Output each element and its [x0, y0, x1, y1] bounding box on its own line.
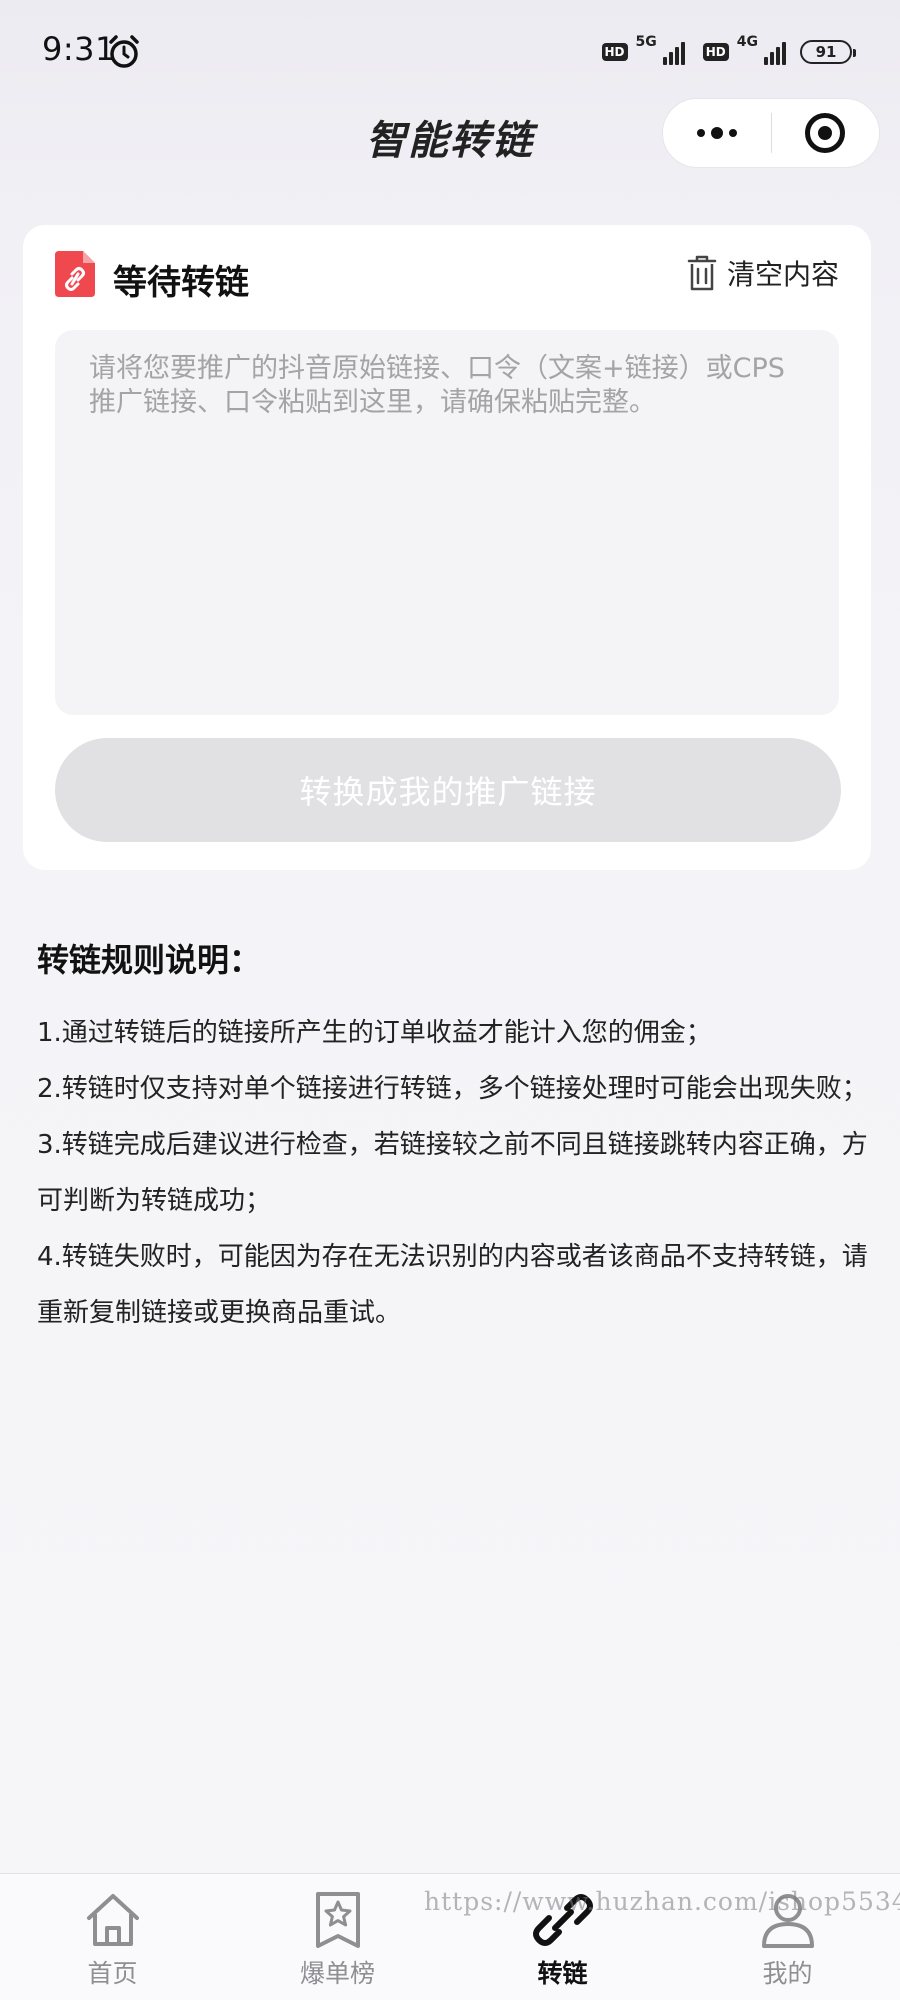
tab-hot-list[interactable]: 爆单榜 [225, 1874, 450, 2000]
rules-item: 3.转链完成后建议进行检查，若链接较之前不同且链接跳转内容正确，方可判断为转链成… [37, 1130, 868, 1216]
hd-badge: HD [601, 43, 628, 61]
rules-item: 1.通过转链后的链接所产生的订单收益才能计入您的佣金； [37, 1018, 712, 1048]
tab-profile[interactable]: 我的 [675, 1874, 900, 2000]
status-bar: 9:31 HD 5G HD 4G 91 [0, 0, 900, 100]
mini-program-capsule [662, 98, 880, 168]
close-mini-program-button[interactable] [772, 99, 880, 167]
link-document-icon [55, 251, 95, 297]
convert-link-card: 等待转链 清空内容 转换成我的推广链接 [23, 225, 871, 870]
page-title-text: 智能转链 [366, 118, 534, 164]
tab-convert-link[interactable]: 转链 [450, 1874, 675, 2000]
alarm-clock-icon [109, 35, 139, 68]
trash-icon [687, 255, 717, 291]
status-indicators: HD 5G HD 4G 91 [601, 32, 856, 72]
rules-title: 转链规则说明： [37, 941, 262, 979]
signal-strength-icon [764, 39, 786, 65]
network-type-label: 4G [736, 34, 758, 50]
link-input[interactable] [55, 330, 839, 715]
tab-home[interactable]: 首页 [0, 1874, 225, 2000]
target-icon [805, 113, 846, 153]
tab-label: 爆单榜 [299, 1959, 375, 1988]
battery-level: 91 [815, 43, 837, 61]
bottom-tab-bar: 首页 爆单榜 转链 我的 [0, 1873, 900, 2000]
battery-icon: 91 [800, 40, 856, 64]
home-icon [86, 1894, 139, 1946]
rules-item: 4.转链失败时，可能因为存在无法识别的内容或者该商品不支持转链，请重新复制链接或… [37, 1242, 868, 1328]
tab-label: 我的 [762, 1959, 813, 1988]
card-title: 等待转链 [113, 263, 249, 303]
more-options-button[interactable] [663, 99, 771, 167]
signal-strength-icon [662, 39, 685, 65]
user-icon [761, 1894, 814, 1948]
link-icon [532, 1894, 593, 1946]
tab-label: 首页 [87, 1959, 138, 1988]
status-time: 9:31 [42, 30, 116, 68]
convert-link-button[interactable]: 转换成我的推广链接 [55, 738, 841, 842]
clear-content-button[interactable]: 清空内容 [687, 253, 839, 293]
star-badge-icon [315, 1892, 360, 1948]
rules-item: 2.转链时仅支持对单个链接进行转链，多个链接处理时可能会出现失败； [37, 1074, 868, 1104]
network-type-label: 5G [635, 34, 657, 50]
hd-badge: HD [702, 43, 729, 61]
rules-section: 转链规则说明： 1.通过转链后的链接所产生的订单收益才能计入您的佣金； 2.转链… [37, 935, 869, 1341]
tab-label: 转链 [537, 1959, 588, 1988]
clear-content-label: 清空内容 [726, 258, 839, 291]
